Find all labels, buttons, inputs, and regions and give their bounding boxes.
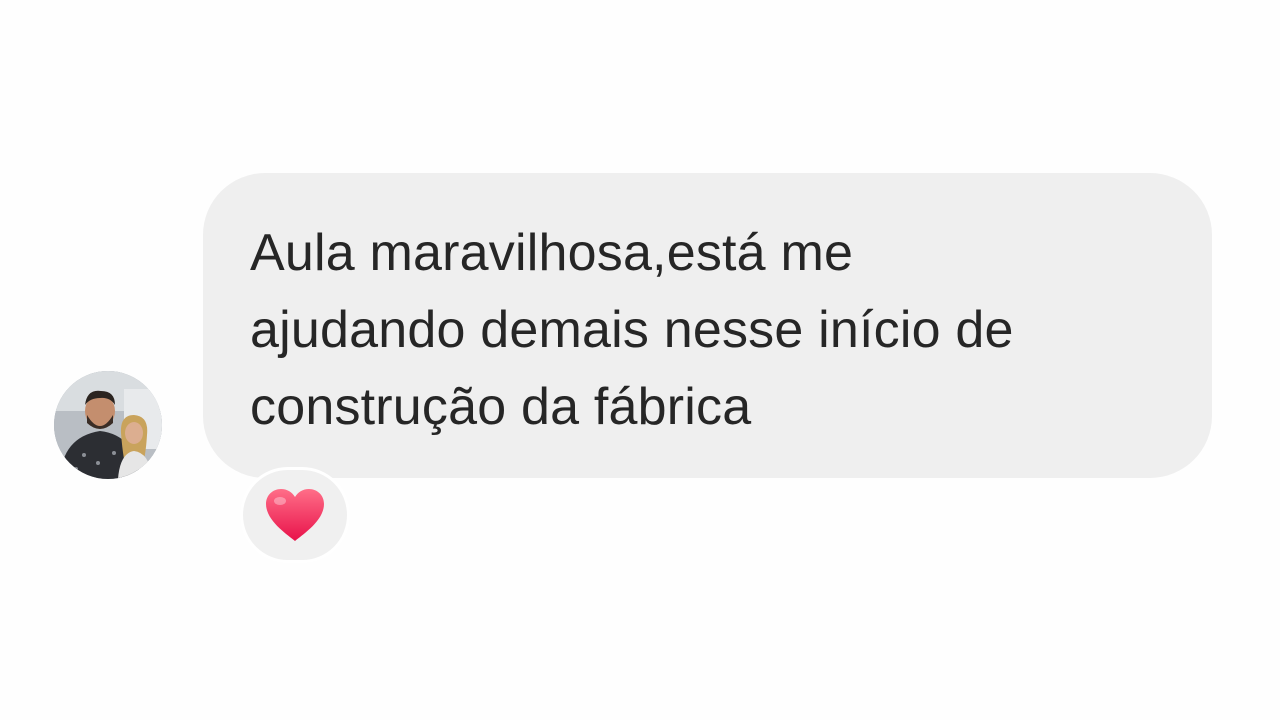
chat-view: Aula maravilhosa,está me ajudando demais… xyxy=(0,0,1280,720)
message-text: Aula maravilhosa,está me ajudando demais… xyxy=(250,215,1170,446)
heart-icon xyxy=(266,489,324,541)
message-line-1: Aula maravilhosa,está me xyxy=(250,224,854,282)
sender-avatar[interactable] xyxy=(54,371,162,479)
message-line-2: ajudando demais nesse início de xyxy=(250,301,1014,359)
avatar-photo xyxy=(54,371,162,479)
message-bubble[interactable]: Aula maravilhosa,está me ajudando demais… xyxy=(203,173,1212,478)
message-line-3: construção da fábrica xyxy=(250,378,752,436)
reaction-badge[interactable] xyxy=(240,467,350,563)
